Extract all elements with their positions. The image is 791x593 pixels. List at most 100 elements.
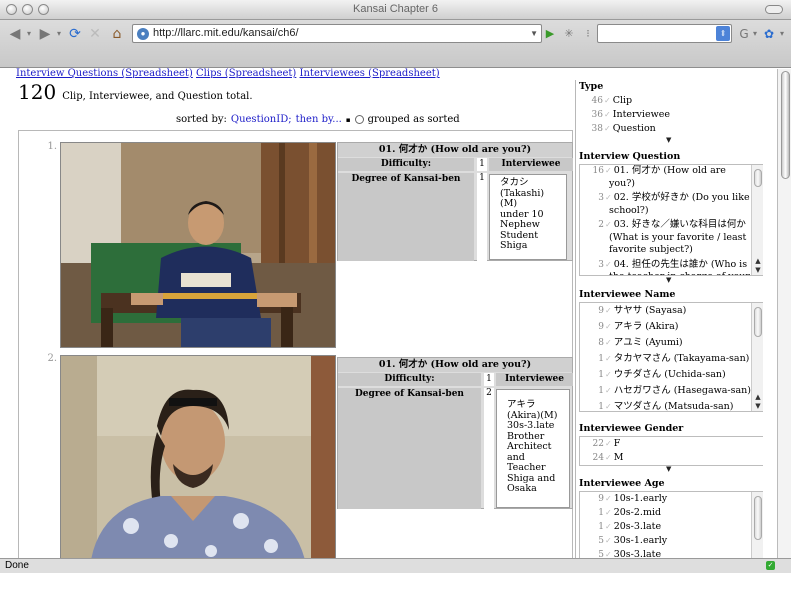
check-icon: ✓ <box>605 402 612 411</box>
back-history-dropdown[interactable]: ▾ <box>24 23 34 45</box>
expand-facet-icon[interactable]: ▼ <box>666 276 671 284</box>
facet-item-question-04[interactable]: 3✓04. 担任の先生は誰か (Who is the teacher in ch… <box>580 259 751 276</box>
link-clips[interactable]: Clips (Spreadsheet) <box>196 68 296 79</box>
back-arrow-icon[interactable]: ◀ <box>6 23 24 45</box>
url-bar[interactable]: ● http://llarc.mit.edu/kansai/ch6/ ▼ <box>132 24 542 43</box>
go-arrow-icon[interactable]: ▶ <box>543 23 557 45</box>
facet-item-age[interactable]: 5✓ 30s-1.early <box>580 534 751 548</box>
facet-item-gender-m[interactable]: 24✓ M <box>580 451 763 465</box>
facet-list: 9✓ サヤサ (Sayasa) 9✓ アキラ (Akira) 8✓ アユミ (Ayum… <box>579 302 763 412</box>
facet-item-age[interactable]: 1✓ 20s-3.late <box>580 520 751 534</box>
scrollbar-thumb[interactable] <box>754 496 762 540</box>
facet-interviewee-age: Interviewee Age 9✓ 10s-1.early 1✓ 20s-2.mi… <box>576 477 763 558</box>
difficulty-label: Difficulty: <box>338 373 481 386</box>
check-icon: ✓ <box>605 338 612 347</box>
facet-item-name[interactable]: 9✓ アキラ (Akira) <box>580 319 751 335</box>
facet-item-name[interactable]: 8✓ アユミ (Ayumi) <box>580 335 751 351</box>
google-icon[interactable]: G <box>736 23 752 45</box>
forward-arrow-icon[interactable]: ▶ <box>36 23 54 45</box>
link-interviewees[interactable]: Interviewees (Spreadsheet) <box>300 68 440 79</box>
home-icon[interactable]: ⌂ <box>108 23 126 45</box>
check-icon: ✓ <box>605 220 612 229</box>
facet-item-name[interactable]: 1✓ ハセガワさん (Hasegawa-san) <box>580 383 751 399</box>
facet-item-question[interactable]: 38✓ Question <box>579 122 763 136</box>
toolbar-toggle-button[interactable] <box>765 5 783 14</box>
resize-handle-icon[interactable]: ⁝ <box>582 23 594 45</box>
interviewee-occupation: Architect <box>507 441 552 452</box>
results-list: 1. 01. 何才か (How old are you?) Difficulty… <box>18 130 573 559</box>
facet-scrollbar[interactable] <box>751 492 763 558</box>
reload-icon[interactable]: ⟳ <box>66 23 84 45</box>
sort-then-link[interactable]: then by... <box>296 114 342 125</box>
status-bar: Done ✓ <box>0 558 791 573</box>
sort-label: sorted by: <box>176 114 227 125</box>
facet-item-name[interactable]: 1✓ ウチダさん (Uchida-san) <box>580 367 751 383</box>
facet-item-name[interactable]: 1✓ タカヤマさん (Takayama-san) <box>580 351 751 367</box>
list-item: 2. 01. 何才か (How old are you?) Difficulty… <box>19 353 573 559</box>
check-icon: ✓ <box>604 96 611 105</box>
search-input[interactable]: ⇕ <box>597 24 732 43</box>
facet-interviewee-gender: Interviewee Gender 22✓ F 24✓ M ▼ <box>576 422 763 473</box>
url-history-dropdown[interactable]: ▼ <box>530 25 538 42</box>
facet-title: Interviewee Name <box>579 289 676 300</box>
clip-details-panel: 01. 何才か (How old are you?) Difficulty: 1… <box>337 142 573 261</box>
facet-item-gender-f[interactable]: 22✓ F <box>580 437 763 451</box>
kansai-value: 1 <box>477 173 487 261</box>
stop-icon[interactable]: ✕ <box>86 23 104 45</box>
interviewee-card[interactable]: アキラ (Akira)(M) 30s-3.late Brother Archit… <box>496 389 570 508</box>
clip-details-panel: 01. 何才か (How old are you?) Difficulty: 1… <box>337 357 573 509</box>
check-icon: ✓ <box>605 322 612 331</box>
google-dropdown[interactable]: ▾ <box>751 23 759 45</box>
window-titlebar: Kansai Chapter 6 <box>0 0 791 20</box>
expand-facet-icon[interactable]: ▼ <box>666 136 671 144</box>
scrollbar-thumb[interactable] <box>754 169 762 187</box>
scrollbar-thumb[interactable] <box>754 307 762 337</box>
window-title: Kansai Chapter 6 <box>353 3 438 15</box>
difficulty-value: 1 <box>477 158 487 171</box>
facet-item-age[interactable]: 1✓ 20s-2.mid <box>580 506 751 520</box>
url-text: http://llarc.mit.edu/kansai/ch6/ <box>153 27 299 39</box>
facet-item-clip[interactable]: 46✓ Clip <box>579 94 763 108</box>
man-photo-image <box>61 356 335 559</box>
link-interview-questions[interactable]: Interview Questions (Spreadsheet) <box>16 68 193 79</box>
page-scrollbar-thumb[interactable] <box>781 71 790 179</box>
interviewee-occupation-3: Teacher <box>507 462 546 473</box>
scroll-up-icon[interactable]: ▲ <box>752 393 763 402</box>
facet-item-question-01[interactable]: 16✓ 01. 何才か (How old are you?) <box>580 165 751 190</box>
scroll-down-icon[interactable]: ▼ <box>752 402 763 411</box>
interviewee-label: Interviewee <box>489 158 573 171</box>
list-item: 1. 01. 何才か (How old are you?) Difficulty… <box>19 139 573 351</box>
facet-item-interviewee[interactable]: 36✓ Interviewee <box>579 108 763 122</box>
facet-scrollbar[interactable]: ▲ ▼ <box>751 303 763 411</box>
scroll-up-icon[interactable]: ▲ <box>752 257 763 266</box>
question-title: 01. 何才か (How old are you?) <box>338 143 572 157</box>
check-icon: ✓ <box>605 550 612 558</box>
forward-history-dropdown[interactable]: ▾ <box>54 23 64 45</box>
bookmark-star-icon[interactable]: ✿ <box>762 23 776 45</box>
interviewee-card[interactable]: タカシ (Takashi)(M) under 10 Nephew Student… <box>489 174 567 260</box>
kansai-label: Degree of Kansai-ben <box>338 388 481 509</box>
bookmark-dropdown[interactable]: ▾ <box>777 23 787 45</box>
activity-spinner-icon: ✳ <box>564 27 574 40</box>
facet-item-name[interactable]: 1✓ マツダさん (Matsuda-san) <box>580 399 751 411</box>
facet-item-question-02[interactable]: 3✓ 02. 学校が好きか (Do you like school?) <box>580 192 751 217</box>
facet-title: Interviewee Age <box>579 478 665 489</box>
facet-item-question-03[interactable]: 2✓ 03. 好きな／嫌いな科目は何か (What is your favorit… <box>580 219 751 257</box>
facet-title: Interviewee Gender <box>579 423 684 434</box>
facet-item-age[interactable]: 9✓ 10s-1.early <box>580 492 751 506</box>
facet-item-age[interactable]: 5✓ 30s-3.late <box>580 548 751 558</box>
video-clip-thumbnail[interactable] <box>60 142 336 348</box>
video-clip-thumbnail[interactable] <box>60 355 336 559</box>
check-icon: ✓ <box>605 354 612 363</box>
facet-scrollbar[interactable]: ▲ ▼ <box>751 165 763 275</box>
sort-field-link[interactable]: QuestionID; <box>231 114 292 125</box>
facet-item-name[interactable]: 9✓ サヤサ (Sayasa) <box>580 303 751 319</box>
grouped-radio[interactable] <box>354 115 364 124</box>
check-icon: ✓ <box>605 259 612 269</box>
page-scrollbar[interactable] <box>777 69 791 558</box>
expand-facet-icon[interactable]: ▼ <box>666 465 671 473</box>
scroll-down-icon[interactable]: ▼ <box>752 266 763 275</box>
search-engine-icon[interactable]: ⇕ <box>716 26 730 41</box>
result-number: 1. <box>47 141 57 152</box>
check-icon: ✓ <box>605 453 612 462</box>
